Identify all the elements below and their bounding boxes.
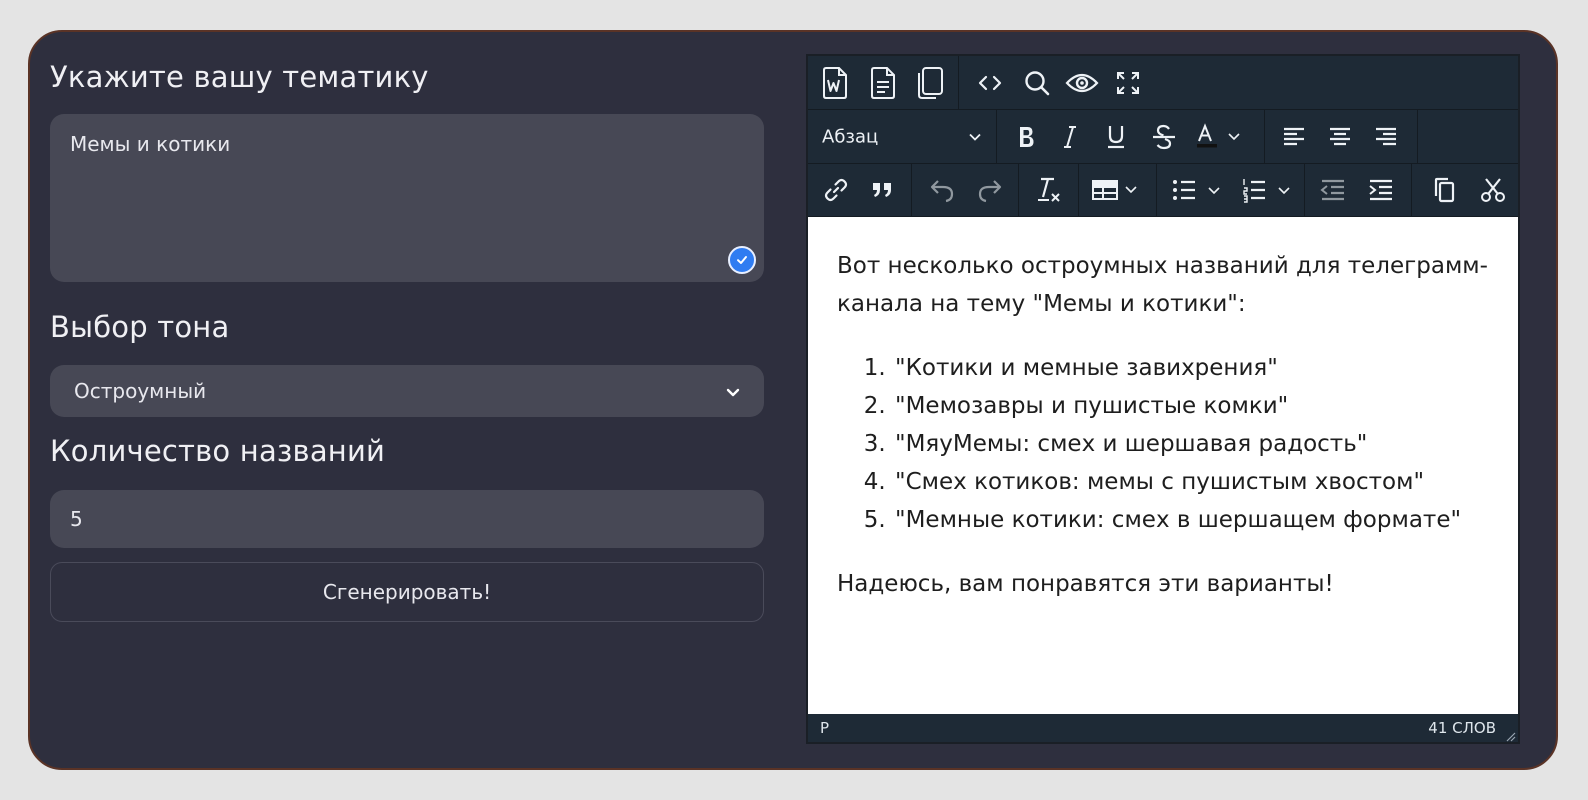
- copy-icon[interactable]: [1432, 176, 1456, 204]
- align-center-icon[interactable]: [1327, 125, 1353, 149]
- underline-icon[interactable]: [1105, 123, 1127, 151]
- toolbar-group-paragraph: Абзац: [808, 110, 997, 163]
- toolbar-group-lists: [1157, 164, 1305, 216]
- clear-format-icon[interactable]: [1035, 175, 1063, 205]
- generate-button[interactable]: Сгенерировать!: [50, 562, 764, 622]
- table-icon[interactable]: [1091, 178, 1141, 202]
- tone-label: Выбор тона: [50, 310, 230, 344]
- italic-icon[interactable]: [1061, 124, 1079, 150]
- text-color-icon[interactable]: [1195, 122, 1241, 151]
- intro-paragraph: Вот несколько остроумных названий для те…: [837, 253, 1488, 317]
- app-card: Укажите вашу тематику Мемы и котики Выбо…: [28, 30, 1558, 770]
- tone-value: Остроумный: [74, 379, 207, 403]
- rich-text-editor: Абзац Вот несколько остроумных названий …: [806, 54, 1520, 744]
- toolbar-group-insert: [808, 164, 912, 216]
- preview-icon[interactable]: [1065, 71, 1099, 95]
- count-value: 5: [70, 507, 83, 531]
- list-item: "Мемозавры и пушистые комки": [893, 387, 1490, 425]
- status-bar: P 41 СЛОВ: [808, 714, 1518, 742]
- numbered-list-icon[interactable]: [1241, 177, 1295, 203]
- names-list: "Котики и мемные завихрения" "Мемозавры …: [837, 349, 1490, 539]
- indent-icon[interactable]: [1367, 178, 1395, 202]
- copy-pages-icon[interactable]: [914, 66, 946, 100]
- topic-input[interactable]: Мемы и котики: [50, 114, 764, 282]
- bullet-list-icon[interactable]: [1171, 177, 1225, 203]
- toolbar-row-3: [808, 164, 1518, 217]
- word-count: 41 СЛОВ: [1428, 719, 1496, 737]
- blockquote-icon[interactable]: [870, 180, 894, 200]
- bold-icon[interactable]: [1015, 124, 1037, 150]
- toolbar-group-history: [912, 164, 1019, 216]
- list-item: "Мемные котики: смех в шершащем формате": [893, 501, 1490, 539]
- toolbar-group-table: [1079, 164, 1157, 216]
- source-code-icon[interactable]: [977, 73, 1003, 93]
- strikethrough-icon[interactable]: [1151, 123, 1177, 151]
- outdent-icon[interactable]: [1319, 178, 1347, 202]
- toolbar-group-align: [1265, 110, 1418, 163]
- topic-label: Укажите вашу тематику: [50, 60, 429, 94]
- topic-value: Мемы и котики: [70, 132, 231, 156]
- chevron-down-icon: [968, 126, 982, 147]
- paragraph-format-value: Абзац: [822, 126, 879, 147]
- chevron-down-icon: [726, 379, 740, 403]
- toolbar-group-export: [808, 56, 959, 109]
- checkmark-icon: [728, 246, 756, 274]
- toolbar-group-clear: [1019, 164, 1079, 216]
- redo-icon[interactable]: [976, 177, 1004, 203]
- fullscreen-icon[interactable]: [1115, 70, 1141, 96]
- element-path[interactable]: P: [820, 719, 829, 737]
- toolbar-group-inline-format: [997, 110, 1265, 163]
- document-icon[interactable]: [868, 66, 898, 100]
- align-right-icon[interactable]: [1373, 125, 1399, 149]
- cut-icon[interactable]: [1480, 176, 1506, 204]
- list-item: "МяуМемы: смех и шершавая радость": [893, 425, 1490, 463]
- count-label: Количество названий: [50, 434, 386, 468]
- paragraph-format-select[interactable]: Абзац: [822, 126, 982, 147]
- list-item: "Котики и мемные завихрения": [893, 349, 1490, 387]
- word-export-icon[interactable]: [820, 66, 850, 100]
- editor-content[interactable]: Вот несколько остроумных названий для те…: [808, 217, 1518, 714]
- toolbar-group-clipboard: [1412, 164, 1518, 216]
- toolbar-group-view: [959, 56, 1518, 109]
- undo-icon[interactable]: [928, 177, 956, 203]
- toolbar-row-2: Абзац: [808, 110, 1518, 164]
- count-input[interactable]: 5: [50, 490, 764, 548]
- search-icon[interactable]: [1023, 69, 1051, 97]
- align-left-icon[interactable]: [1281, 125, 1307, 149]
- link-icon[interactable]: [822, 176, 850, 204]
- toolbar-group-indent: [1305, 164, 1412, 216]
- list-item: "Смех котиков: мемы с пушистым хвостом": [893, 463, 1490, 501]
- tone-select[interactable]: Остроумный: [50, 365, 764, 417]
- toolbar-row-1: [808, 56, 1518, 110]
- resize-handle-icon[interactable]: [1504, 728, 1516, 742]
- outro-paragraph: Надеюсь, вам понравятся эти варианты!: [837, 571, 1334, 597]
